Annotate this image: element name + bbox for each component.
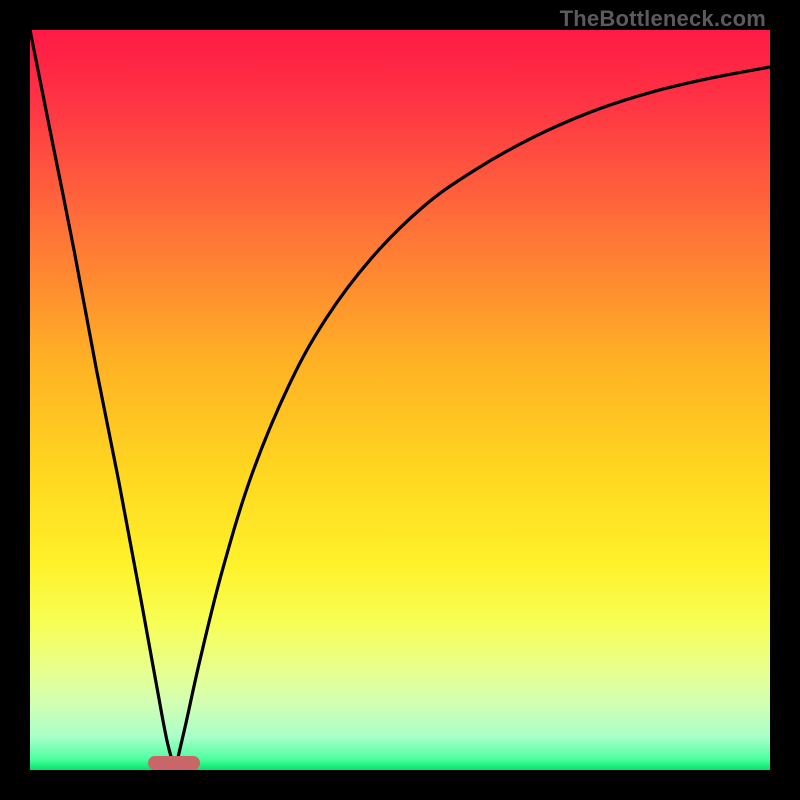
bottleneck-curve [30,30,770,770]
plot-area [30,30,770,770]
frame: TheBottleneck.com [0,0,800,800]
watermark-text: TheBottleneck.com [560,6,766,32]
minimum-marker [148,756,200,770]
